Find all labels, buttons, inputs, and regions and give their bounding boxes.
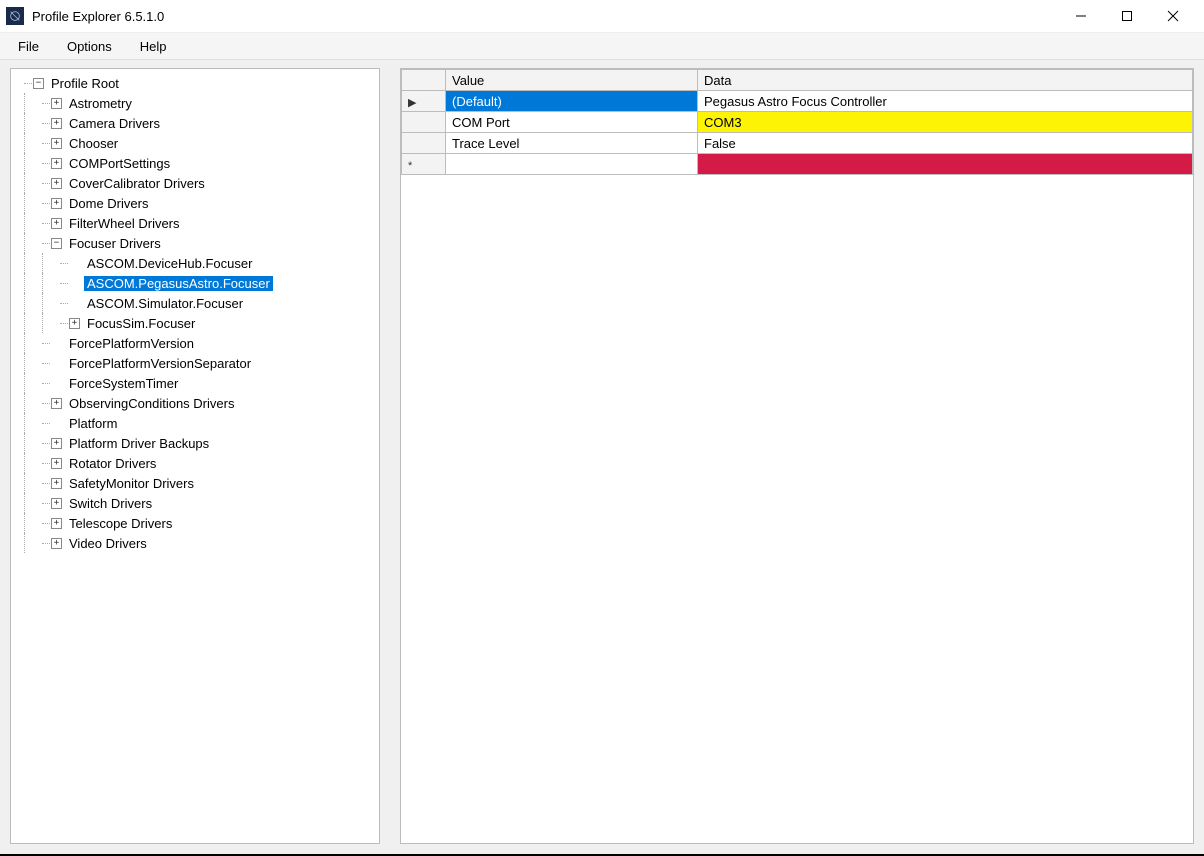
grid-cell-data[interactable]: COM3 bbox=[698, 112, 1193, 133]
tree-node-focuser-pegasus[interactable]: ASCOM.PegasusAstro.Focuser bbox=[15, 273, 375, 293]
grid-cell-data[interactable]: Pegasus Astro Focus Controller bbox=[698, 91, 1193, 112]
tree-node-covercal[interactable]: + CoverCalibrator Drivers bbox=[15, 173, 375, 193]
expand-icon[interactable]: + bbox=[51, 538, 62, 549]
tree-node-platbackup[interactable]: + Platform Driver Backups bbox=[15, 433, 375, 453]
grid-cell-value[interactable]: Trace Level bbox=[446, 133, 698, 154]
grid-header-data[interactable]: Data bbox=[698, 70, 1193, 91]
grid-row-default[interactable]: ▶ (Default) Pegasus Astro Focus Controll… bbox=[402, 91, 1193, 112]
grid-row-comport[interactable]: COM Port COM3 bbox=[402, 112, 1193, 133]
window-controls bbox=[1058, 1, 1196, 31]
expand-icon[interactable]: + bbox=[51, 458, 62, 469]
grid-header-value[interactable]: Value bbox=[446, 70, 698, 91]
expand-icon[interactable]: + bbox=[51, 498, 62, 509]
row-indicator-current: ▶ bbox=[402, 91, 446, 112]
tree-node-rotator[interactable]: + Rotator Drivers bbox=[15, 453, 375, 473]
grid-row-tracelevel[interactable]: Trace Level False bbox=[402, 133, 1193, 154]
expand-icon[interactable]: + bbox=[51, 198, 62, 209]
minimize-button[interactable] bbox=[1058, 1, 1104, 31]
tree-node-forceplat[interactable]: ForcePlatformVersion bbox=[15, 333, 375, 353]
maximize-button[interactable] bbox=[1104, 1, 1150, 31]
grid-header-gutter bbox=[402, 70, 446, 91]
window-title: Profile Explorer 6.5.1.0 bbox=[32, 9, 1058, 24]
expand-icon[interactable]: + bbox=[51, 438, 62, 449]
collapse-icon[interactable]: − bbox=[51, 238, 62, 249]
grid-cell-data[interactable]: False bbox=[698, 133, 1193, 154]
tree-node-obscond[interactable]: + ObservingConditions Drivers bbox=[15, 393, 375, 413]
tree-node-safety[interactable]: + SafetyMonitor Drivers bbox=[15, 473, 375, 493]
tree-node-focuser[interactable]: − Focuser Drivers bbox=[15, 233, 375, 253]
tree-node-focuser-devicehub[interactable]: ASCOM.DeviceHub.Focuser bbox=[15, 253, 375, 273]
expand-icon[interactable]: + bbox=[51, 398, 62, 409]
expand-icon[interactable]: + bbox=[51, 138, 62, 149]
tree-node-dome[interactable]: + Dome Drivers bbox=[15, 193, 375, 213]
profile-tree: − Profile Root + Astrometry + Camera Dri… bbox=[15, 73, 375, 553]
tree-panel[interactable]: − Profile Root + Astrometry + Camera Dri… bbox=[10, 68, 380, 844]
row-indicator-new: * bbox=[402, 154, 446, 175]
expand-icon[interactable]: + bbox=[51, 98, 62, 109]
grid-panel[interactable]: Value Data ▶ (Default) Pegasus Astro Foc… bbox=[400, 68, 1194, 844]
grid-cell-value[interactable]: COM Port bbox=[446, 112, 698, 133]
tree-node-forcesystimer[interactable]: ForceSystemTimer bbox=[15, 373, 375, 393]
menu-help[interactable]: Help bbox=[128, 36, 179, 57]
grid-cell-data[interactable] bbox=[698, 154, 1193, 175]
tree-node-focuser-simulator[interactable]: ASCOM.Simulator.Focuser bbox=[15, 293, 375, 313]
collapse-icon[interactable]: − bbox=[33, 78, 44, 89]
tree-node-forceplatsep[interactable]: ForcePlatformVersionSeparator bbox=[15, 353, 375, 373]
grid-header-row: Value Data bbox=[402, 70, 1193, 91]
tree-node-root[interactable]: − Profile Root bbox=[15, 73, 375, 93]
app-icon bbox=[6, 7, 24, 25]
menu-file[interactable]: File bbox=[6, 36, 51, 57]
property-grid: Value Data ▶ (Default) Pegasus Astro Foc… bbox=[401, 69, 1193, 175]
close-button[interactable] bbox=[1150, 1, 1196, 31]
tree-node-focuser-focussim[interactable]: + FocusSim.Focuser bbox=[15, 313, 375, 333]
current-row-icon: ▶ bbox=[408, 97, 416, 109]
titlebar: Profile Explorer 6.5.1.0 bbox=[0, 0, 1204, 32]
grid-cell-value[interactable] bbox=[446, 154, 698, 175]
expand-icon[interactable]: + bbox=[51, 178, 62, 189]
expand-icon[interactable]: + bbox=[51, 218, 62, 229]
menu-options[interactable]: Options bbox=[55, 36, 124, 57]
expand-icon[interactable]: + bbox=[51, 518, 62, 529]
expand-icon[interactable]: + bbox=[51, 478, 62, 489]
new-row-icon: * bbox=[408, 160, 412, 172]
tree-node-filterwheel[interactable]: + FilterWheel Drivers bbox=[15, 213, 375, 233]
expand-icon[interactable]: + bbox=[69, 318, 80, 329]
grid-cell-value[interactable]: (Default) bbox=[446, 91, 698, 112]
tree-node-platform[interactable]: Platform bbox=[15, 413, 375, 433]
grid-row-new[interactable]: * bbox=[402, 154, 1193, 175]
tree-node-switch[interactable]: + Switch Drivers bbox=[15, 493, 375, 513]
tree-node-video[interactable]: + Video Drivers bbox=[15, 533, 375, 553]
tree-node-astrometry[interactable]: + Astrometry bbox=[15, 93, 375, 113]
expand-icon[interactable]: + bbox=[51, 158, 62, 169]
menubar: File Options Help bbox=[0, 32, 1204, 60]
tree-node-camera[interactable]: + Camera Drivers bbox=[15, 113, 375, 133]
tree-node-telescope[interactable]: + Telescope Drivers bbox=[15, 513, 375, 533]
tree-node-chooser[interactable]: + Chooser bbox=[15, 133, 375, 153]
tree-node-comport[interactable]: + COMPortSettings bbox=[15, 153, 375, 173]
expand-icon[interactable]: + bbox=[51, 118, 62, 129]
content-area: − Profile Root + Astrometry + Camera Dri… bbox=[0, 60, 1204, 854]
